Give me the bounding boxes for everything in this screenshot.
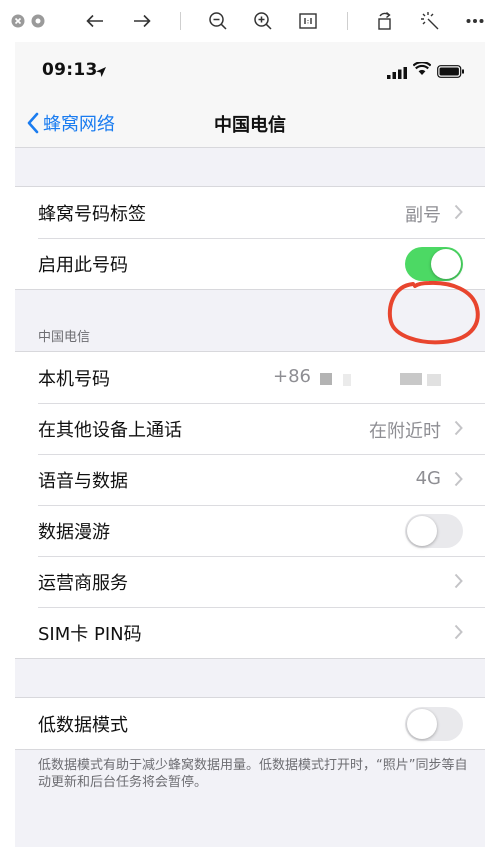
low-data-footnote: 低数据模式有助于减少蜂窝数据用量。低数据模式打开时，“照片”同步等自动更新和后台… xyxy=(38,758,468,790)
zoom-out-icon[interactable] xyxy=(207,0,229,42)
chevron-right-icon xyxy=(454,624,463,644)
country-code: +86 xyxy=(273,366,311,387)
row-value: 4G xyxy=(415,468,441,489)
row-label: 在其他设备上通话 xyxy=(38,420,182,441)
status-bar: 09:13 xyxy=(15,42,485,98)
rotate-icon[interactable] xyxy=(374,0,396,42)
zoom-in-icon[interactable] xyxy=(252,0,274,42)
navigation-bar: 蜂窝网络 中国电信 xyxy=(15,98,485,148)
row-label: 本机号码 xyxy=(38,369,110,390)
redacted-number xyxy=(400,373,422,385)
battery-icon xyxy=(437,63,465,82)
wifi-icon xyxy=(412,61,432,80)
row-value: 副号 xyxy=(405,205,441,226)
forward-arrow-icon[interactable] xyxy=(131,0,153,42)
settings-group-low-data: 低数据模式 xyxy=(15,697,485,750)
row-my-number: 本机号码 +86 xyxy=(15,352,485,403)
row-low-data-mode: 低数据模式 xyxy=(15,698,485,749)
back-arrow-icon[interactable] xyxy=(84,0,106,42)
chevron-right-icon xyxy=(454,420,463,440)
toolbar-divider xyxy=(180,12,181,30)
row-enable-number: 启用此号码 xyxy=(15,238,485,289)
chevron-right-icon xyxy=(454,204,463,224)
redacted-number xyxy=(320,373,332,385)
chevron-right-icon xyxy=(454,573,463,593)
row-label: 低数据模式 xyxy=(38,715,128,736)
toggle-knob xyxy=(407,516,437,546)
row-label: 运营商服务 xyxy=(38,573,128,594)
redacted-number xyxy=(343,374,351,386)
viewer-toolbar xyxy=(0,0,500,42)
redacted-number xyxy=(427,374,441,386)
settings-icon[interactable] xyxy=(30,0,46,42)
page-title: 中国电信 xyxy=(214,115,286,136)
location-arrow-icon xyxy=(95,63,107,82)
settings-group-carrier: 本机号码 +86 在其他设备上通话 在附近时 语音与数据 4G 数据漫游 运营商… xyxy=(15,351,485,659)
row-label: 数据漫游 xyxy=(38,522,110,543)
row-carrier-services[interactable]: 运营商服务 xyxy=(15,556,485,607)
row-label: SIM卡 PIN码 xyxy=(38,624,142,645)
section-header: 中国电信 xyxy=(38,330,91,345)
status-time: 09:13 xyxy=(42,60,98,80)
chevron-right-icon xyxy=(454,471,463,491)
row-label: 语音与数据 xyxy=(38,471,128,492)
settings-group-number: 蜂窝号码标签 副号 启用此号码 xyxy=(15,186,485,290)
row-data-roaming: 数据漫游 xyxy=(15,505,485,556)
row-voice-data[interactable]: 语音与数据 4G xyxy=(15,454,485,505)
close-window-icon[interactable] xyxy=(10,0,26,42)
row-label: 蜂窝号码标签 xyxy=(38,204,146,225)
phone-screen: 09:13 蜂窝网络 中国电信 蜂窝号码标签 副号 启用此号码 中国电信 本机号… xyxy=(15,42,485,847)
magic-wand-icon[interactable] xyxy=(419,0,441,42)
toggle-knob xyxy=(431,249,461,279)
cellular-signal-icon xyxy=(387,64,407,83)
more-icon[interactable] xyxy=(464,0,486,42)
row-label: 启用此号码 xyxy=(38,255,128,276)
row-line-label[interactable]: 蜂窝号码标签 副号 xyxy=(15,187,485,238)
toolbar-divider xyxy=(347,12,348,30)
row-sim-pin[interactable]: SIM卡 PIN码 xyxy=(15,607,485,658)
row-calls-other-devices[interactable]: 在其他设备上通话 在附近时 xyxy=(15,403,485,454)
enable-number-toggle[interactable] xyxy=(405,247,463,281)
low-data-mode-toggle[interactable] xyxy=(405,707,463,741)
data-roaming-toggle[interactable] xyxy=(405,514,463,548)
actual-size-icon[interactable] xyxy=(297,0,319,42)
row-value: 在附近时 xyxy=(369,421,441,442)
toggle-knob xyxy=(407,709,437,739)
